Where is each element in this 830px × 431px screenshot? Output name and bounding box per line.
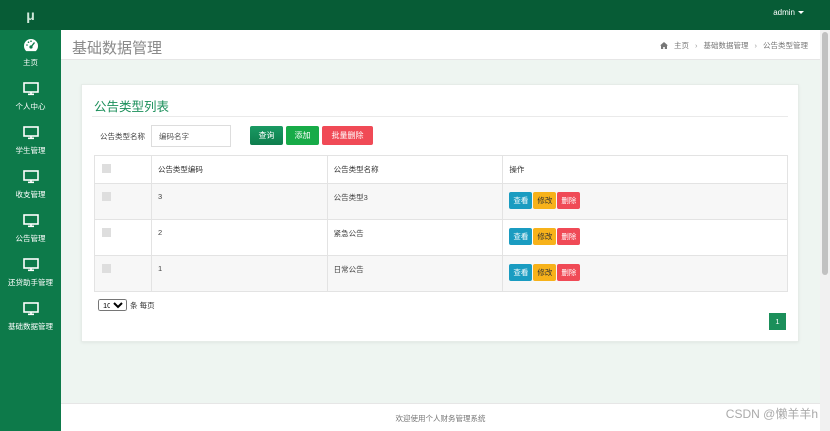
breadcrumb-separator: ›	[754, 41, 758, 50]
sidebar-item-announcements[interactable]: 公告管理	[0, 206, 61, 250]
breadcrumb: 主页 › 基础数据管理 › 公告类型管理	[660, 40, 808, 51]
page-title: 基础数据管理	[72, 40, 163, 57]
page-number-button[interactable]: 1	[769, 313, 786, 330]
sidebar-item-label: 学生管理	[15, 146, 46, 155]
table-row: 2 紧急公告 查看 修改 删除	[94, 219, 788, 256]
delete-button[interactable]: 删除	[557, 228, 581, 245]
edit-button[interactable]: 修改	[533, 192, 557, 209]
sidebar-item-students[interactable]: 学生管理	[0, 118, 61, 162]
sidebar-item-loan-assistant[interactable]: 还贷助手管理	[0, 250, 61, 294]
monitor-icon	[22, 300, 39, 318]
top-bar: admin	[61, 0, 830, 30]
view-button[interactable]: 查看	[509, 264, 533, 281]
home-icon	[660, 42, 668, 49]
query-button[interactable]: 查询	[250, 126, 283, 145]
type-code-cell: 1	[150, 255, 328, 292]
data-table: 公告类型编码 公告类型名称 操作 3 公告类型3 查看 修改 删除 2 紧急公告…	[94, 155, 788, 292]
breadcrumb-current: 公告类型管理	[763, 41, 808, 50]
table-row: 1 日常公告 查看 修改 删除	[94, 255, 788, 292]
add-button[interactable]: 添加	[286, 126, 319, 145]
breadcrumb-basic-data[interactable]: 基础数据管理	[704, 40, 749, 51]
bulk-delete-button[interactable]: 批量删除	[322, 126, 373, 145]
edit-button[interactable]: 修改	[533, 228, 557, 245]
filter-label: 公告类型名称	[100, 132, 145, 141]
sidebar-item-finance[interactable]: 收支管理	[0, 162, 61, 206]
caret-down-icon	[798, 11, 804, 14]
view-button[interactable]: 查看	[509, 228, 533, 245]
footer: 欢迎使用个人财务管理系统	[61, 403, 820, 431]
search-input[interactable]	[151, 125, 231, 147]
actions-cell: 查看 修改 删除	[502, 183, 788, 220]
table-row: 3 公告类型3 查看 修改 删除	[94, 183, 788, 220]
breadcrumb-home[interactable]: 主页	[674, 40, 689, 51]
edit-button[interactable]: 修改	[533, 264, 557, 281]
type-code-cell: 3	[150, 183, 328, 220]
panel-title: 公告类型列表	[94, 100, 170, 114]
scrollbar-thumb[interactable]	[822, 32, 828, 275]
select-all-cell	[94, 155, 152, 184]
delete-button[interactable]: 删除	[557, 264, 581, 281]
view-button[interactable]: 查看	[509, 192, 533, 209]
sidebar-item-label: 个人中心	[15, 102, 46, 111]
monitor-icon	[22, 80, 39, 98]
monitor-icon	[22, 256, 39, 274]
sidebar-item-label: 主页	[23, 58, 38, 67]
user-menu[interactable]: admin	[773, 8, 804, 17]
sidebar-item-label: 公告管理	[15, 234, 46, 243]
column-header: 公告类型编码	[150, 155, 328, 184]
username: admin	[773, 8, 795, 17]
type-name-cell: 公告类型3	[326, 183, 504, 220]
type-name-cell: 紧急公告	[326, 219, 504, 256]
monitor-icon	[22, 168, 39, 186]
row-select-cell	[94, 219, 152, 256]
delete-button[interactable]: 删除	[557, 192, 581, 209]
sidebar-item-label: 基础数据管理	[8, 322, 53, 331]
select-all-checkbox[interactable]	[102, 164, 111, 173]
page-size-suffix: 条 每页	[130, 300, 155, 310]
scrollbar[interactable]	[820, 30, 830, 431]
watermark: CSDN @懒羊羊h	[725, 407, 818, 421]
page-size-select[interactable]: 10	[98, 299, 127, 311]
sidebar-item-home[interactable]: 主页	[0, 30, 61, 74]
app-logo[interactable]: μ	[0, 0, 61, 30]
column-header: 操作	[502, 155, 788, 184]
row-select-cell	[94, 255, 152, 292]
list-panel: 公告类型列表 公告类型名称 查询 添加 批量删除 公告类型编码 公告类型名称 操…	[81, 84, 799, 342]
monitor-icon	[22, 124, 39, 142]
sidebar-item-label: 收支管理	[15, 190, 46, 199]
sidebar-item-profile[interactable]: 个人中心	[0, 74, 61, 118]
sidebar-item-label: 还贷助手管理	[8, 278, 53, 287]
row-select-cell	[94, 183, 152, 220]
column-header: 公告类型名称	[326, 155, 504, 184]
page-size-control: 10 条 每页	[98, 299, 155, 311]
type-name-cell: 日常公告	[326, 255, 504, 292]
footer-text: 欢迎使用个人财务管理系统	[395, 414, 486, 423]
sidebar-item-basic-data[interactable]: 基础数据管理	[0, 294, 61, 338]
breadcrumb-separator: ›	[695, 41, 698, 50]
dashboard-icon	[23, 36, 39, 54]
type-code-cell: 2	[150, 219, 328, 256]
row-checkbox[interactable]	[102, 228, 111, 237]
monitor-icon	[22, 212, 39, 230]
row-checkbox[interactable]	[102, 192, 111, 201]
table-header-row: 公告类型编码 公告类型名称 操作	[94, 155, 788, 184]
page-header: 基础数据管理 主页 › 基础数据管理 › 公告类型管理	[61, 30, 820, 60]
divider	[92, 116, 788, 117]
actions-cell: 查看 修改 删除	[502, 255, 788, 292]
row-checkbox[interactable]	[102, 264, 111, 273]
actions-cell: 查看 修改 删除	[502, 219, 788, 256]
sidebar: μ 主页 个人中心 学生管理 收支管理 公告管理 还贷助手管理 基础数据管理	[0, 0, 61, 431]
